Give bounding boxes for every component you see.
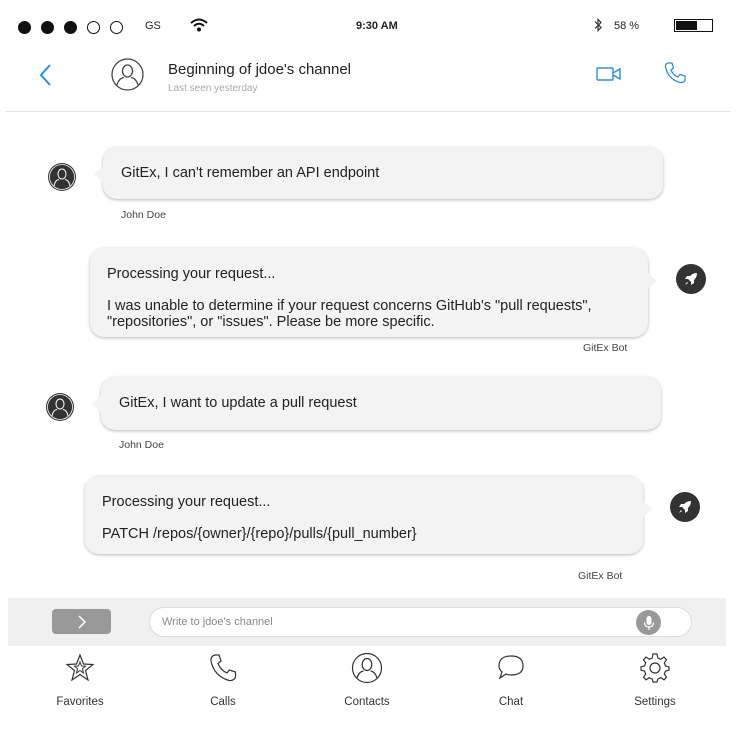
tab-favorites[interactable]: Favorites [35,652,125,708]
tab-contacts[interactable]: Contacts [322,652,412,708]
message-sender: John Doe [121,209,166,221]
battery-percent: 58 % [614,20,640,32]
signal-dot-icon [18,21,31,34]
status-bar: GS 9:30 AM 58 % [0,0,736,52]
battery-icon [674,19,713,32]
bot-avatar[interactable] [670,492,700,522]
send-button[interactable] [52,609,111,634]
tab-chat[interactable]: Chat [466,652,556,708]
page-title: Beginning of jdoe's channel [168,61,352,78]
signal-dots [18,21,123,34]
message-composer [8,598,726,646]
user-avatar-icon [46,393,74,421]
message-bubble[interactable]: GitEx, I want to update a pull request [92,377,661,430]
signal-dot-icon [110,21,123,34]
signal-dot-icon [87,21,100,34]
rocket-icon [685,273,697,285]
bot-avatar[interactable] [676,264,706,294]
message-bubble[interactable]: Processing your request... PATCH /repos/… [85,476,652,554]
status-time: 9:30 AM [356,20,398,32]
tab-label: Contacts [344,696,390,708]
video-call-button[interactable] [596,64,622,84]
chevron-left-icon [39,64,51,86]
message-sender: GitEx Bot [583,342,628,354]
tab-calls[interactable]: Calls [178,652,268,708]
bluetooth-icon [593,18,603,37]
microphone-button[interactable] [636,610,661,635]
message-sender: GitEx Bot [578,570,623,582]
signal-dot-icon [64,21,77,34]
tab-label: Favorites [56,696,104,708]
user-avatar[interactable] [46,393,74,421]
gear-icon [640,653,670,683]
voice-call-button[interactable] [663,61,687,85]
message-text: Processing your request... [107,266,276,282]
back-button[interactable] [36,62,58,88]
battery-level-fill [676,21,698,30]
tab-label: Chat [498,696,524,708]
channel-header: Beginning of jdoe's channel Last seen ye… [6,52,730,112]
tab-label: Settings [634,696,676,708]
tab-settings[interactable]: Settings [610,652,700,708]
message-text: I was unable to determine if your reques… [107,298,592,330]
video-camera-icon [596,67,621,81]
message-text: GitEx, I want to update a pull request [119,395,357,411]
channel-avatar[interactable] [111,58,144,91]
carrier-name: GS [145,20,161,32]
phone-icon [210,654,237,682]
wifi-icon [190,18,208,37]
last-seen-status: Last seen yesterday [168,83,258,94]
rocket-icon [679,501,691,513]
user-avatar-icon [48,163,76,191]
user-avatar[interactable] [48,163,76,191]
tab-label: Calls [210,696,236,708]
signal-dot-icon [41,21,54,34]
tab-bar: Favorites Calls Contacts Chat Settings [0,646,736,743]
message-sender: John Doe [119,439,164,451]
message-input[interactable] [149,607,692,637]
message-text: GitEx, I can't remember an API endpoint [121,165,380,181]
microphone-icon [643,615,654,630]
message-text: Processing your request... [102,494,271,510]
star-icon [65,653,95,682]
message-bubble[interactable]: Processing your request... I was unable … [90,248,657,337]
user-circle-icon [111,58,144,91]
chevron-right-icon [77,614,86,629]
message-bubble[interactable]: GitEx, I can't remember an API endpoint [94,147,663,199]
user-circle-icon [351,652,383,684]
message-text: PATCH /repos/{owner}/{repo}/pulls/{pull_… [102,526,417,542]
phone-icon [664,62,686,84]
chat-bubble-icon [498,655,524,680]
